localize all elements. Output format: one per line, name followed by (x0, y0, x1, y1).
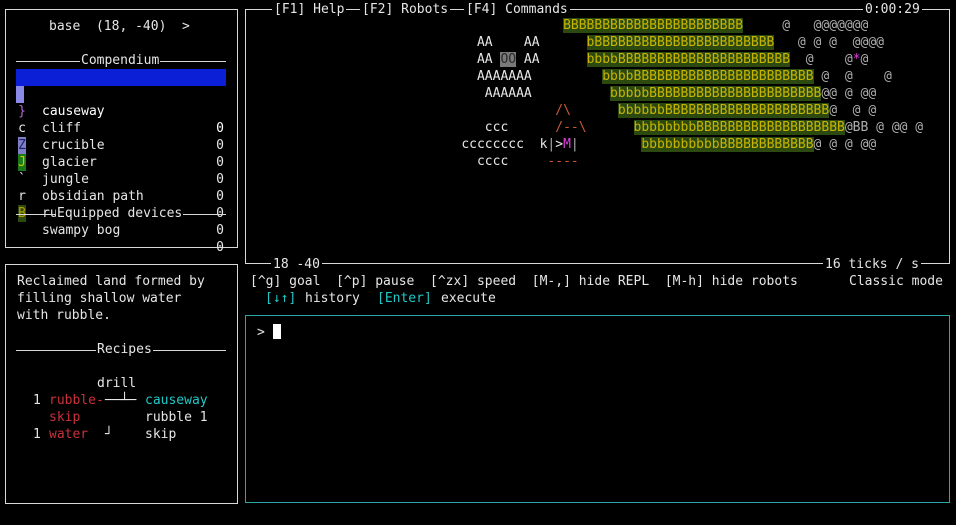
item-count: 0 (216, 240, 224, 255)
recipes-title: Recipes (96, 341, 153, 358)
item-name: swampy bog (42, 223, 121, 238)
map-row: AAAAAA bbbbbBBBBBBBBBBBBBBBBBBBBBB@@ @ @… (250, 86, 877, 101)
equipped-title: Equipped devices (56, 205, 184, 222)
ticks-per-second: 16 ticks / s (823, 256, 921, 273)
repl-input-line[interactable]: > (257, 324, 281, 341)
mode-label: Classic mode (849, 274, 943, 289)
map-row: AA AA bBBBBBBBBBBBBBBBBBBBBBBB @ @ @ @@@… (250, 35, 884, 50)
map-row: AA OO AA bbbbBBBBBBBBBBBBBBBBBBBBBB @ @*… (250, 52, 869, 67)
repl-panel[interactable]: > (245, 315, 950, 503)
compendium-item-glacier[interactable]: Z glacier 0 (16, 120, 226, 187)
history-label: history (305, 291, 360, 306)
world-map[interactable]: BBBBBBBBBBBBBBBBBBBBBBB @ @@@@@@@ AA AA … (250, 17, 945, 177)
recipe-input-1a: rubble- (49, 393, 104, 408)
execute-key: [Enter] (377, 291, 432, 306)
map-row: cccc ---- (250, 154, 579, 169)
recipe-connector-2: ┘ (105, 427, 113, 442)
menu-commands[interactable]: [F4] Commands (464, 1, 570, 18)
description-line: Reclaimed land formed by (17, 274, 205, 289)
recipe-device: drill (97, 376, 137, 391)
compendium-item-rubble-skip[interactable]: r rubble skip 0 (16, 171, 226, 238)
description-line: with rubble. (17, 308, 111, 323)
execute-label: execute (441, 291, 496, 306)
compendium-title: Compendium (80, 52, 161, 69)
base-title: base (18, -40) > (49, 19, 190, 34)
compendium-item-swampy-bog[interactable]: B swampy bog 0 (16, 188, 226, 255)
description-panel: Reclaimed land formed by filling shallow… (5, 264, 238, 504)
recipe-output: causeway (145, 393, 208, 408)
game-clock: 0:00:29 (863, 1, 922, 18)
compendium-item-causeway[interactable]: causeway 0 (16, 69, 226, 136)
recipe-output-2: rubble 1 (145, 410, 208, 425)
repl-prompt: > (257, 325, 265, 340)
compendium-item-crucible[interactable]: c crucible 0 (16, 103, 226, 170)
map-row: /\ bbbbbbBBBBBBBBBBBBBBBBBBBBB@ @ @ (555, 103, 877, 118)
recipe-output-3: skip (145, 427, 177, 442)
compendium-item-obsidian-path[interactable]: ` obsidian path 0 (16, 154, 226, 221)
map-row: AAAAAAA bbbbBBBBBBBBBBBBBBBBBBBBBBB @ @ … (250, 69, 892, 84)
map-row: ccc /--\ bbbbbbbbBBBBBBBBBBBBBBBBBBB@BB … (250, 120, 924, 135)
keybinding-hints: [^g] goal [^p] pause [^zx] speed [M-,] h… (250, 274, 798, 289)
world-coords: 18 -40 (271, 256, 322, 273)
text-cursor (272, 324, 281, 339)
description-line: filling shallow water (17, 291, 182, 306)
compendium-panel: base (18, -40) > Compendium causeway 0 }… (5, 9, 238, 255)
compendium-item-cliff[interactable]: } cliff 0 (16, 86, 226, 153)
item-count: 0 (216, 223, 224, 238)
map-row: BBBBBBBBBBBBBBBBBBBBBBB @ @@@@@@@ (563, 18, 869, 33)
menu-robots[interactable]: [F2] Robots (360, 1, 451, 18)
recipe-input-1b: skip (49, 410, 81, 425)
history-key: [↓↑] (265, 291, 297, 306)
recipe-input-qty-1: 1 (33, 393, 41, 408)
menu-help[interactable]: [F1] Help (272, 1, 347, 18)
compendium-item-jungle[interactable]: J jungle 0 (16, 137, 226, 204)
recipe-input-qty-2: 1 (33, 427, 41, 442)
recipe-connector: ──┴─ (105, 393, 137, 408)
map-row: cccccccc k|>M| bbbbbbbbbbBBBBBBBBBBBB@ @… (250, 137, 877, 152)
recipe-input-2: water (49, 427, 89, 442)
